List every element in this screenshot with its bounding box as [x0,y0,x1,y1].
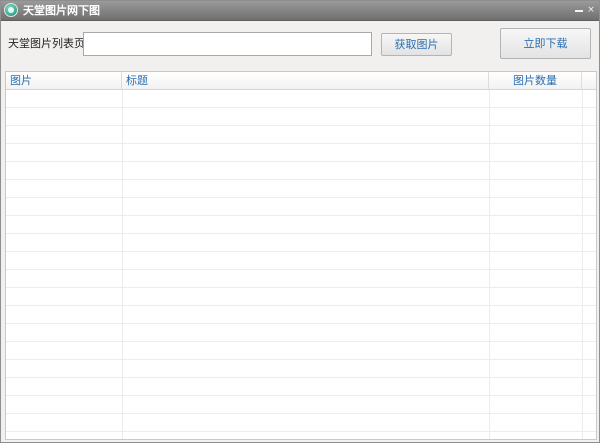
minimize-icon[interactable] [573,4,585,16]
list-body[interactable] [6,90,596,439]
fetch-images-button[interactable]: 获取图片 [381,33,452,56]
url-toolbar: 天堂图片列表页： 获取图片 立即下载 [1,21,599,71]
column-divider [489,90,490,439]
column-header-image[interactable]: 图片 [6,72,122,89]
app-logo-icon [4,3,18,17]
image-list[interactable]: 图片 标题 图片数量 [5,71,597,440]
window-title: 天堂图片网下图 [23,4,100,17]
close-icon[interactable]: × [585,4,597,16]
column-header-count[interactable]: 图片数量 [489,72,582,89]
title-bar[interactable]: 天堂图片网下图 × [1,1,599,21]
column-divider [122,90,123,439]
download-now-button[interactable]: 立即下载 [500,28,591,59]
app-window: 天堂图片网下图 × 天堂图片列表页： 获取图片 立即下载 图片 标题 图片数量 [0,0,600,443]
column-header-title[interactable]: 标题 [122,72,489,89]
column-divider [582,90,583,439]
url-input[interactable] [83,32,372,56]
list-header: 图片 标题 图片数量 [6,72,596,90]
